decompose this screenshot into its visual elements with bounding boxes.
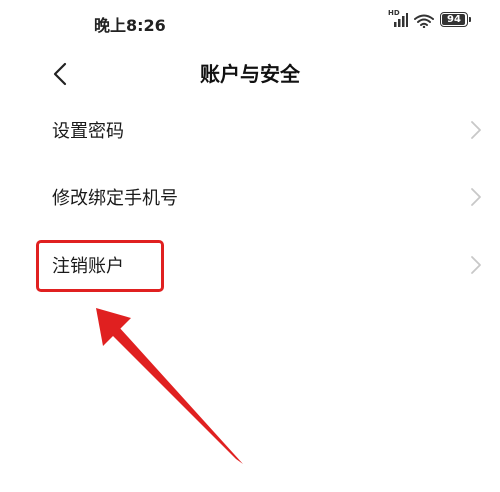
- status-time: 晚上8:26: [94, 16, 166, 35]
- menu-item-delete-account[interactable]: 注销账户: [0, 237, 500, 293]
- chevron-right-icon: [470, 255, 482, 275]
- page-title: 账户与安全: [200, 62, 300, 86]
- menu-item-set-password[interactable]: 设置密码: [0, 102, 500, 158]
- status-icons: HD 94: [388, 9, 471, 28]
- menu-item-change-phone[interactable]: 修改绑定手机号: [0, 169, 500, 225]
- chevron-right-icon: [470, 187, 482, 207]
- menu-item-label: 修改绑定手机号: [52, 188, 178, 209]
- status-bar: 晚上8:26 HD 94: [0, 0, 500, 48]
- battery-text: 94: [447, 13, 461, 25]
- chevron-right-icon: [470, 120, 482, 140]
- header: 账户与安全: [0, 48, 500, 98]
- menu-item-label: 设置密码: [52, 121, 124, 142]
- battery-icon: 94: [440, 12, 471, 27]
- signal-icon: HD: [388, 9, 408, 27]
- wifi-icon: [414, 13, 434, 28]
- menu-item-label: 注销账户: [52, 256, 124, 277]
